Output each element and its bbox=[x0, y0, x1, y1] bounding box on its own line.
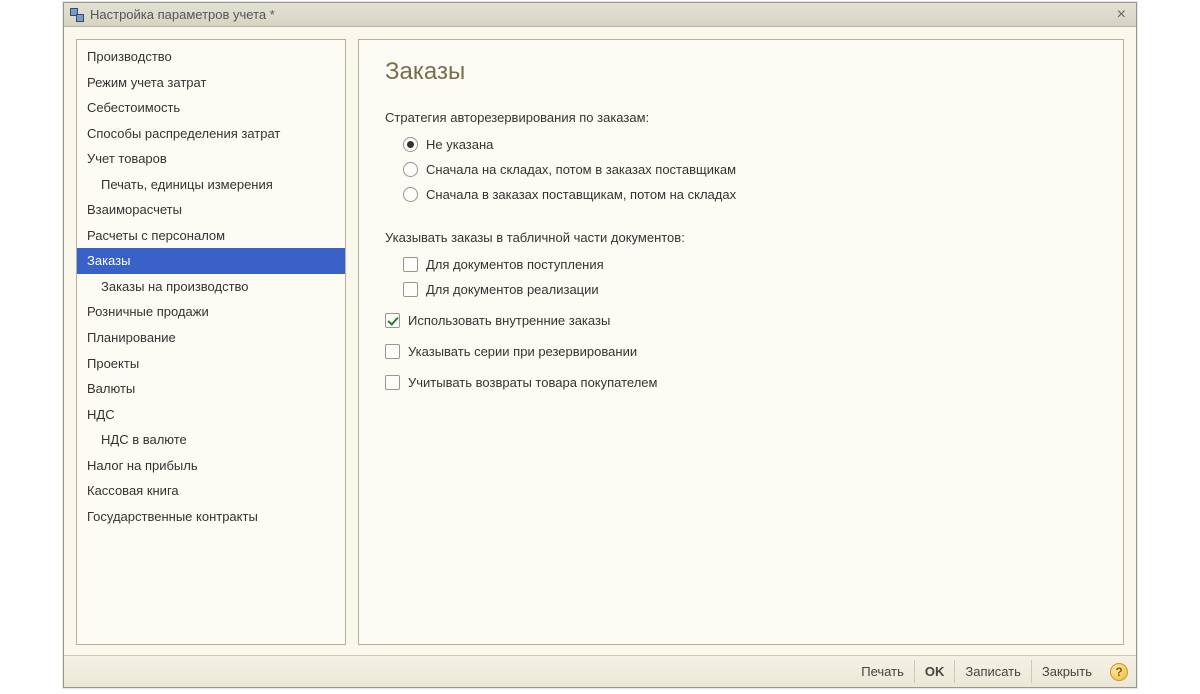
sidebar-item[interactable]: Режим учета затрат bbox=[77, 70, 345, 96]
sidebar-item[interactable]: Проекты bbox=[77, 351, 345, 377]
sidebar-item-label: Государственные контракты bbox=[87, 509, 258, 524]
sidebar-item-label: Способы распределения затрат bbox=[87, 126, 280, 141]
checkbox-label: Учитывать возвраты товара покупателем bbox=[408, 375, 657, 390]
checkbox-label: Для документов поступления bbox=[426, 257, 604, 272]
write-button[interactable]: Записать bbox=[954, 660, 1031, 683]
sidebar-item-label: Учет товаров bbox=[87, 151, 167, 166]
sidebar-item[interactable]: Валюты bbox=[77, 376, 345, 402]
sidebar-item-label: Планирование bbox=[87, 330, 176, 345]
footer: Печать OK Записать Закрыть ? bbox=[64, 655, 1136, 687]
sidebar-item-label: Налог на прибыль bbox=[87, 458, 198, 473]
radio-label: Не указана bbox=[426, 137, 493, 152]
sidebar-item[interactable]: Себестоимость bbox=[77, 95, 345, 121]
close-icon[interactable]: × bbox=[1113, 7, 1130, 23]
checkbox-icon[interactable] bbox=[403, 282, 418, 297]
content-area: Производство Режим учета затрат Себестоимо… bbox=[76, 39, 1124, 645]
help-icon[interactable]: ? bbox=[1110, 663, 1128, 681]
page-title: Заказы bbox=[385, 58, 1097, 86]
radio-icon[interactable] bbox=[403, 187, 418, 202]
radio-label: Сначала в заказах поставщикам, потом на … bbox=[426, 187, 736, 202]
strategy-radio-row[interactable]: Сначала на складах, потом в заказах пост… bbox=[403, 162, 1097, 177]
sidebar-item[interactable]: НДС bbox=[77, 402, 345, 428]
sidebar-item-label: Режим учета затрат bbox=[87, 75, 206, 90]
settings-window: Настройка параметров учета * × Производс… bbox=[63, 2, 1137, 688]
checkbox-icon[interactable] bbox=[385, 375, 400, 390]
titlebar: Настройка параметров учета * × bbox=[64, 3, 1136, 27]
sidebar-item-label: Взаиморасчеты bbox=[87, 202, 182, 217]
sidebar-item-label: Печать, единицы измерения bbox=[101, 177, 273, 192]
standalone-check-row[interactable]: Использовать внутренние заказы bbox=[385, 313, 1097, 328]
sidebar-item[interactable]: Заказы на производство bbox=[77, 274, 345, 300]
window-title: Настройка параметров учета * bbox=[90, 7, 1113, 22]
sidebar-item-label: Производство bbox=[87, 49, 172, 64]
sidebar-item-label: Заказы bbox=[87, 253, 130, 268]
radio-icon[interactable] bbox=[403, 162, 418, 177]
sidebar-item-label: Розничные продажи bbox=[87, 304, 209, 319]
sidebar-item[interactable]: Учет товаров bbox=[77, 146, 345, 172]
main-panel: Заказы Стратегия авторезервирования по з… bbox=[358, 39, 1124, 645]
sidebar-item[interactable]: Производство bbox=[77, 44, 345, 70]
sidebar-item-label: Себестоимость bbox=[87, 100, 180, 115]
print-button[interactable]: Печать bbox=[851, 660, 914, 683]
radio-label: Сначала на складах, потом в заказах пост… bbox=[426, 162, 736, 177]
sidebar-item[interactable]: Печать, единицы измерения bbox=[77, 172, 345, 198]
sidebar-item-label: Расчеты с персоналом bbox=[87, 228, 225, 243]
strategy-radio-row[interactable]: Не указана bbox=[403, 137, 1097, 152]
standalone-check-row[interactable]: Учитывать возвраты товара покупателем bbox=[385, 375, 1097, 390]
sidebar-item-label: Валюты bbox=[87, 381, 135, 396]
strategy-radio-row[interactable]: Сначала в заказах поставщикам, потом на … bbox=[403, 187, 1097, 202]
checkbox-label: Указывать серии при резервировании bbox=[408, 344, 637, 359]
sidebar-item-label: Заказы на производство bbox=[101, 279, 249, 294]
checkbox-icon[interactable] bbox=[403, 257, 418, 272]
sidebar-item[interactable]: Розничные продажи bbox=[77, 299, 345, 325]
strategy-group-label: Стратегия авторезервирования по заказам: bbox=[385, 110, 1097, 125]
sidebar-item[interactable]: Заказы bbox=[77, 248, 345, 274]
sidebar-item-label: НДС в валюте bbox=[101, 432, 187, 447]
checkbox-icon[interactable] bbox=[385, 344, 400, 359]
sidebar-item[interactable]: Налог на прибыль bbox=[77, 453, 345, 479]
close-button[interactable]: Закрыть bbox=[1031, 660, 1102, 683]
tabular-check-row[interactable]: Для документов реализации bbox=[403, 282, 1097, 297]
app-icon bbox=[70, 8, 84, 22]
ok-button[interactable]: OK bbox=[914, 660, 955, 683]
sidebar-item-label: НДС bbox=[87, 407, 115, 422]
radio-icon[interactable] bbox=[403, 137, 418, 152]
standalone-check-row[interactable]: Указывать серии при резервировании bbox=[385, 344, 1097, 359]
sidebar-item-label: Кассовая книга bbox=[87, 483, 179, 498]
sidebar-item[interactable]: Кассовая книга bbox=[77, 478, 345, 504]
sidebar-item[interactable]: Планирование bbox=[77, 325, 345, 351]
sidebar-item[interactable]: Государственные контракты bbox=[77, 504, 345, 530]
checkbox-label: Для документов реализации bbox=[426, 282, 599, 297]
sidebar-item-label: Проекты bbox=[87, 356, 139, 371]
sidebar-item[interactable]: Взаиморасчеты bbox=[77, 197, 345, 223]
sidebar-item[interactable]: Расчеты с персоналом bbox=[77, 223, 345, 249]
sidebar: Производство Режим учета затрат Себестоимо… bbox=[76, 39, 346, 645]
sidebar-item[interactable]: НДС в валюте bbox=[77, 427, 345, 453]
checkbox-icon[interactable] bbox=[385, 313, 400, 328]
checkbox-label: Использовать внутренние заказы bbox=[408, 313, 610, 328]
tabular-group-label: Указывать заказы в табличной части докум… bbox=[385, 230, 1097, 245]
tabular-check-row[interactable]: Для документов поступления bbox=[403, 257, 1097, 272]
sidebar-item[interactable]: Способы распределения затрат bbox=[77, 121, 345, 147]
